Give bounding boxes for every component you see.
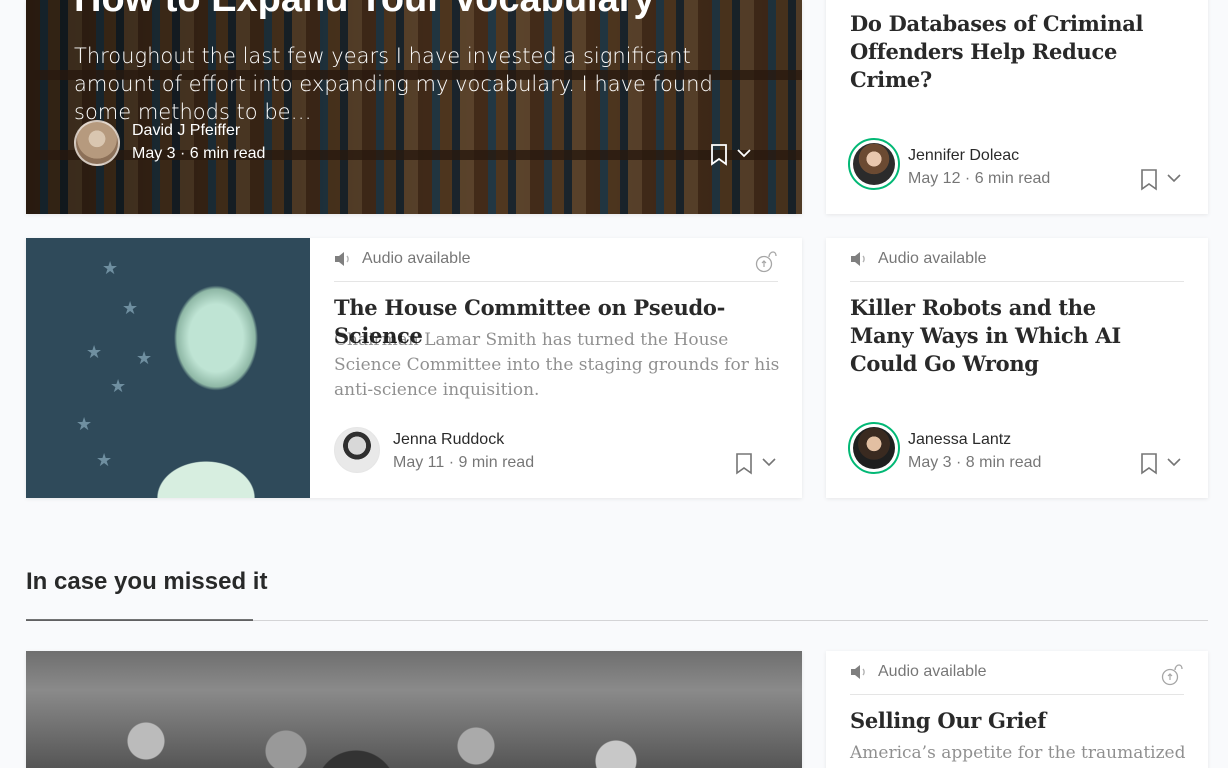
speaker-icon [851,252,865,266]
author-name[interactable]: Jennifer Doleac [908,147,1019,165]
chevron-down-icon[interactable] [736,147,752,159]
bookmark-icon[interactable] [735,453,753,475]
speaker-icon [851,665,865,679]
audio-row: Audio available [850,663,1184,695]
story-card[interactable]: Audio available Selling Our Grief Americ… [826,651,1208,768]
story-title[interactable]: Do Databases of Criminal Offenders Help … [850,10,1180,94]
audio-label: Audio available [878,250,987,267]
bookmark-icon[interactable] [710,144,728,166]
section-underline [26,619,253,621]
story-card[interactable]: Audio available Killer Robots and the Ma… [826,238,1208,498]
bookmark-icon[interactable] [1140,169,1158,191]
story-image[interactable] [26,651,802,768]
story-excerpt: America’s appetite for the traumatized [850,743,1186,763]
author-name[interactable]: David J Pfeiffer [132,122,240,140]
story-excerpt: Chairman Lamar Smith has turned the Hous… [334,330,780,400]
chevron-down-icon[interactable] [761,456,777,468]
story-card[interactable]: ★ ★ ★ ★ ★ ★ ★ Audio available The House … [26,238,802,498]
post-meta: May 12 · 6 min read [908,170,1051,187]
chevron-down-icon[interactable] [1166,456,1182,468]
hero-story-card[interactable]: How to Expand Your Vocabulary Throughout… [26,0,802,214]
avatar[interactable] [848,138,900,190]
author-name[interactable]: Janessa Lantz [908,431,1011,449]
avatar[interactable] [334,427,380,473]
post-meta: May 11 · 9 min read [393,454,535,471]
story-card[interactable]: Do Databases of Criminal Offenders Help … [826,0,1208,214]
audio-row: Audio available [334,250,778,282]
bookmark-icon[interactable] [1140,453,1158,475]
section-title: In case you missed it [26,568,268,595]
member-lock-icon [755,251,777,273]
member-lock-icon [1161,664,1183,686]
hero-excerpt: Throughout the last few years I have inv… [74,44,713,124]
post-meta: May 3 · 8 min read [908,454,1042,471]
speaker-icon [335,252,349,266]
hero-title[interactable]: How to Expand Your Vocabulary [74,0,655,21]
audio-label: Audio available [878,663,987,680]
story-title[interactable]: Killer Robots and the Many Ways in Which… [850,294,1150,378]
story-title[interactable]: Selling Our Grief [850,707,1180,735]
audio-label: Audio available [362,250,471,267]
avatar[interactable] [848,422,900,474]
chevron-down-icon[interactable] [1166,172,1182,184]
story-image[interactable]: ★ ★ ★ ★ ★ ★ ★ [26,238,310,498]
avatar[interactable] [74,120,120,166]
audio-row: Audio available [850,250,1184,282]
author-name[interactable]: Jenna Ruddock [393,431,504,449]
post-meta: May 3 · 6 min read [132,145,266,162]
